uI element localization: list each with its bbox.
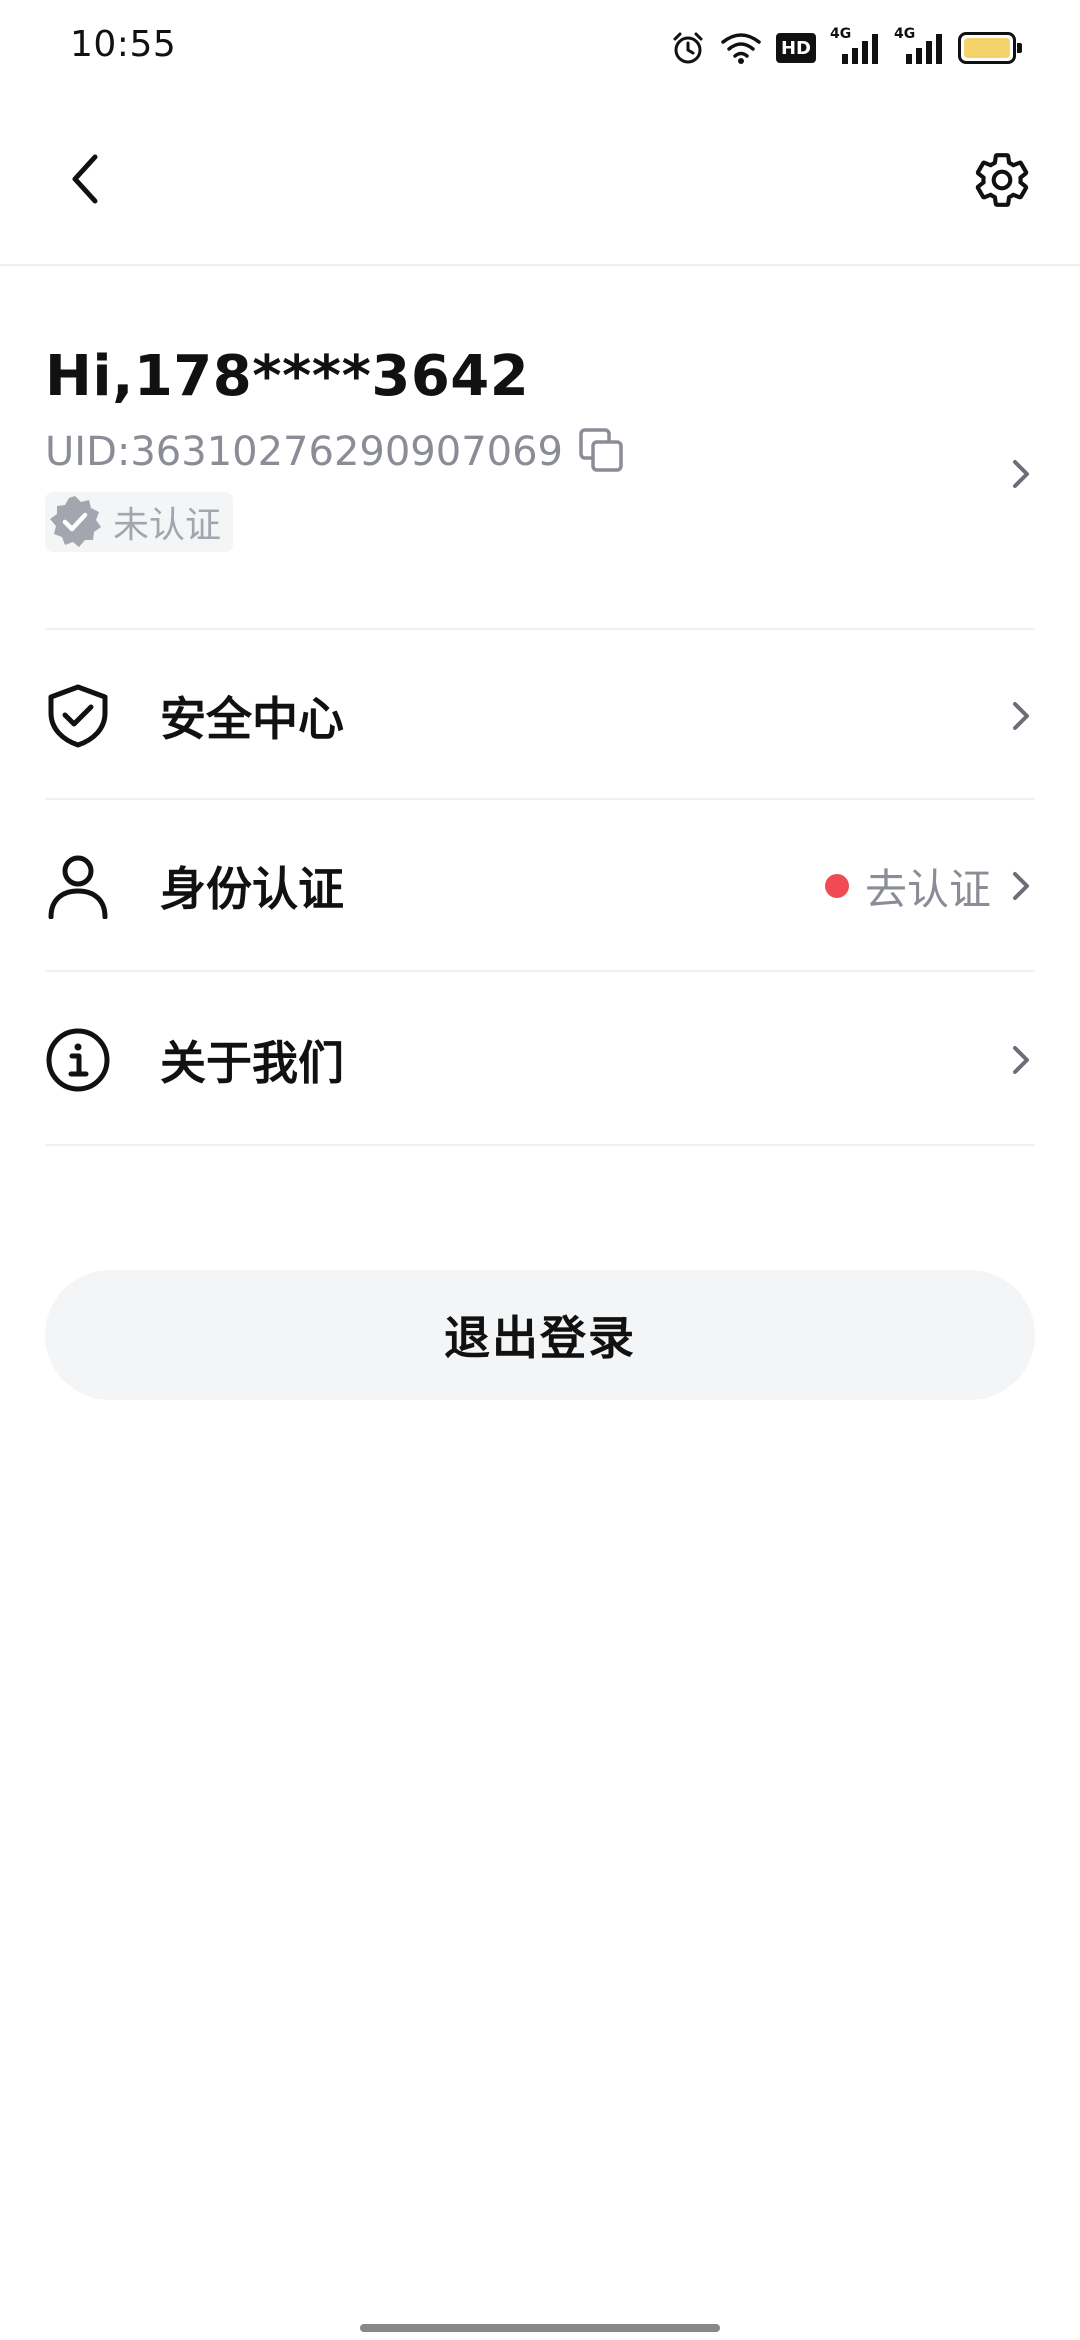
menu-item-label: 身份认证 <box>160 862 344 916</box>
verification-status-badge: 未认证 <box>45 492 234 552</box>
verification-status-label: 未认证 <box>113 505 222 546</box>
info-icon <box>45 1027 111 1093</box>
chevron-right-icon <box>1013 1046 1029 1074</box>
user-greeting: Hi,178****3642 <box>45 344 530 409</box>
verified-badge-icon <box>50 496 101 547</box>
settings-button[interactable] <box>964 142 1040 218</box>
menu-item-label: 关于我们 <box>160 1036 344 1090</box>
menu-item-about-us[interactable]: 关于我们 <box>45 976 1035 1144</box>
copy-uid-button[interactable] <box>577 426 625 478</box>
home-indicator[interactable] <box>360 2324 720 2332</box>
status-bar: 10:55 HD 4G 4G <box>0 0 1080 96</box>
status-time: 10:55 <box>70 24 177 65</box>
menu-item-right <box>1007 1040 1035 1080</box>
menu-item-security-center[interactable]: 安全中心 <box>45 632 1035 800</box>
divider <box>45 970 1035 972</box>
status-icons: HD 4G 4G <box>670 26 1022 68</box>
chevron-right-icon <box>1013 460 1029 488</box>
battery-icon <box>958 32 1022 64</box>
user-icon <box>45 853 111 919</box>
shield-check-icon <box>45 683 111 749</box>
alert-dot <box>824 874 849 898</box>
gear-icon <box>975 153 1029 207</box>
copy-icon <box>579 428 623 472</box>
chevron-right-icon <box>1013 702 1029 730</box>
menu-item-identity-verification[interactable]: 身份认证 去认证 <box>45 802 1035 970</box>
uid-text: UID:36310276290907069 <box>45 429 563 475</box>
profile-header[interactable]: Hi,178****3642 UID:36310276290907069 未认证 <box>45 330 1035 630</box>
chevron-right-icon <box>1013 872 1029 900</box>
chevron-left-icon <box>72 154 98 204</box>
logout-button[interactable]: 退出登录 <box>45 1270 1035 1400</box>
identity-status-text: 去认证 <box>864 864 991 914</box>
alarm-icon <box>673 32 703 64</box>
signal-icon: 4G <box>830 26 880 66</box>
menu-item-right: 去认证 <box>824 856 1035 917</box>
divider <box>45 1144 1035 1146</box>
account-page: 10:55 HD 4G 4G Hi,178****3642 UID:363102… <box>0 0 1080 2340</box>
divider <box>45 798 1035 800</box>
logout-label: 退出登录 <box>444 1311 636 1365</box>
uid-row: UID:36310276290907069 <box>45 426 625 478</box>
menu-item-label: 安全中心 <box>160 692 344 746</box>
back-button[interactable] <box>50 144 120 214</box>
divider <box>45 628 1035 630</box>
signal-icon: 4G <box>894 26 944 66</box>
wifi-icon <box>721 33 761 64</box>
hd-icon: HD <box>776 33 816 63</box>
menu-item-right <box>1007 696 1035 736</box>
nav-bar <box>0 96 1080 266</box>
